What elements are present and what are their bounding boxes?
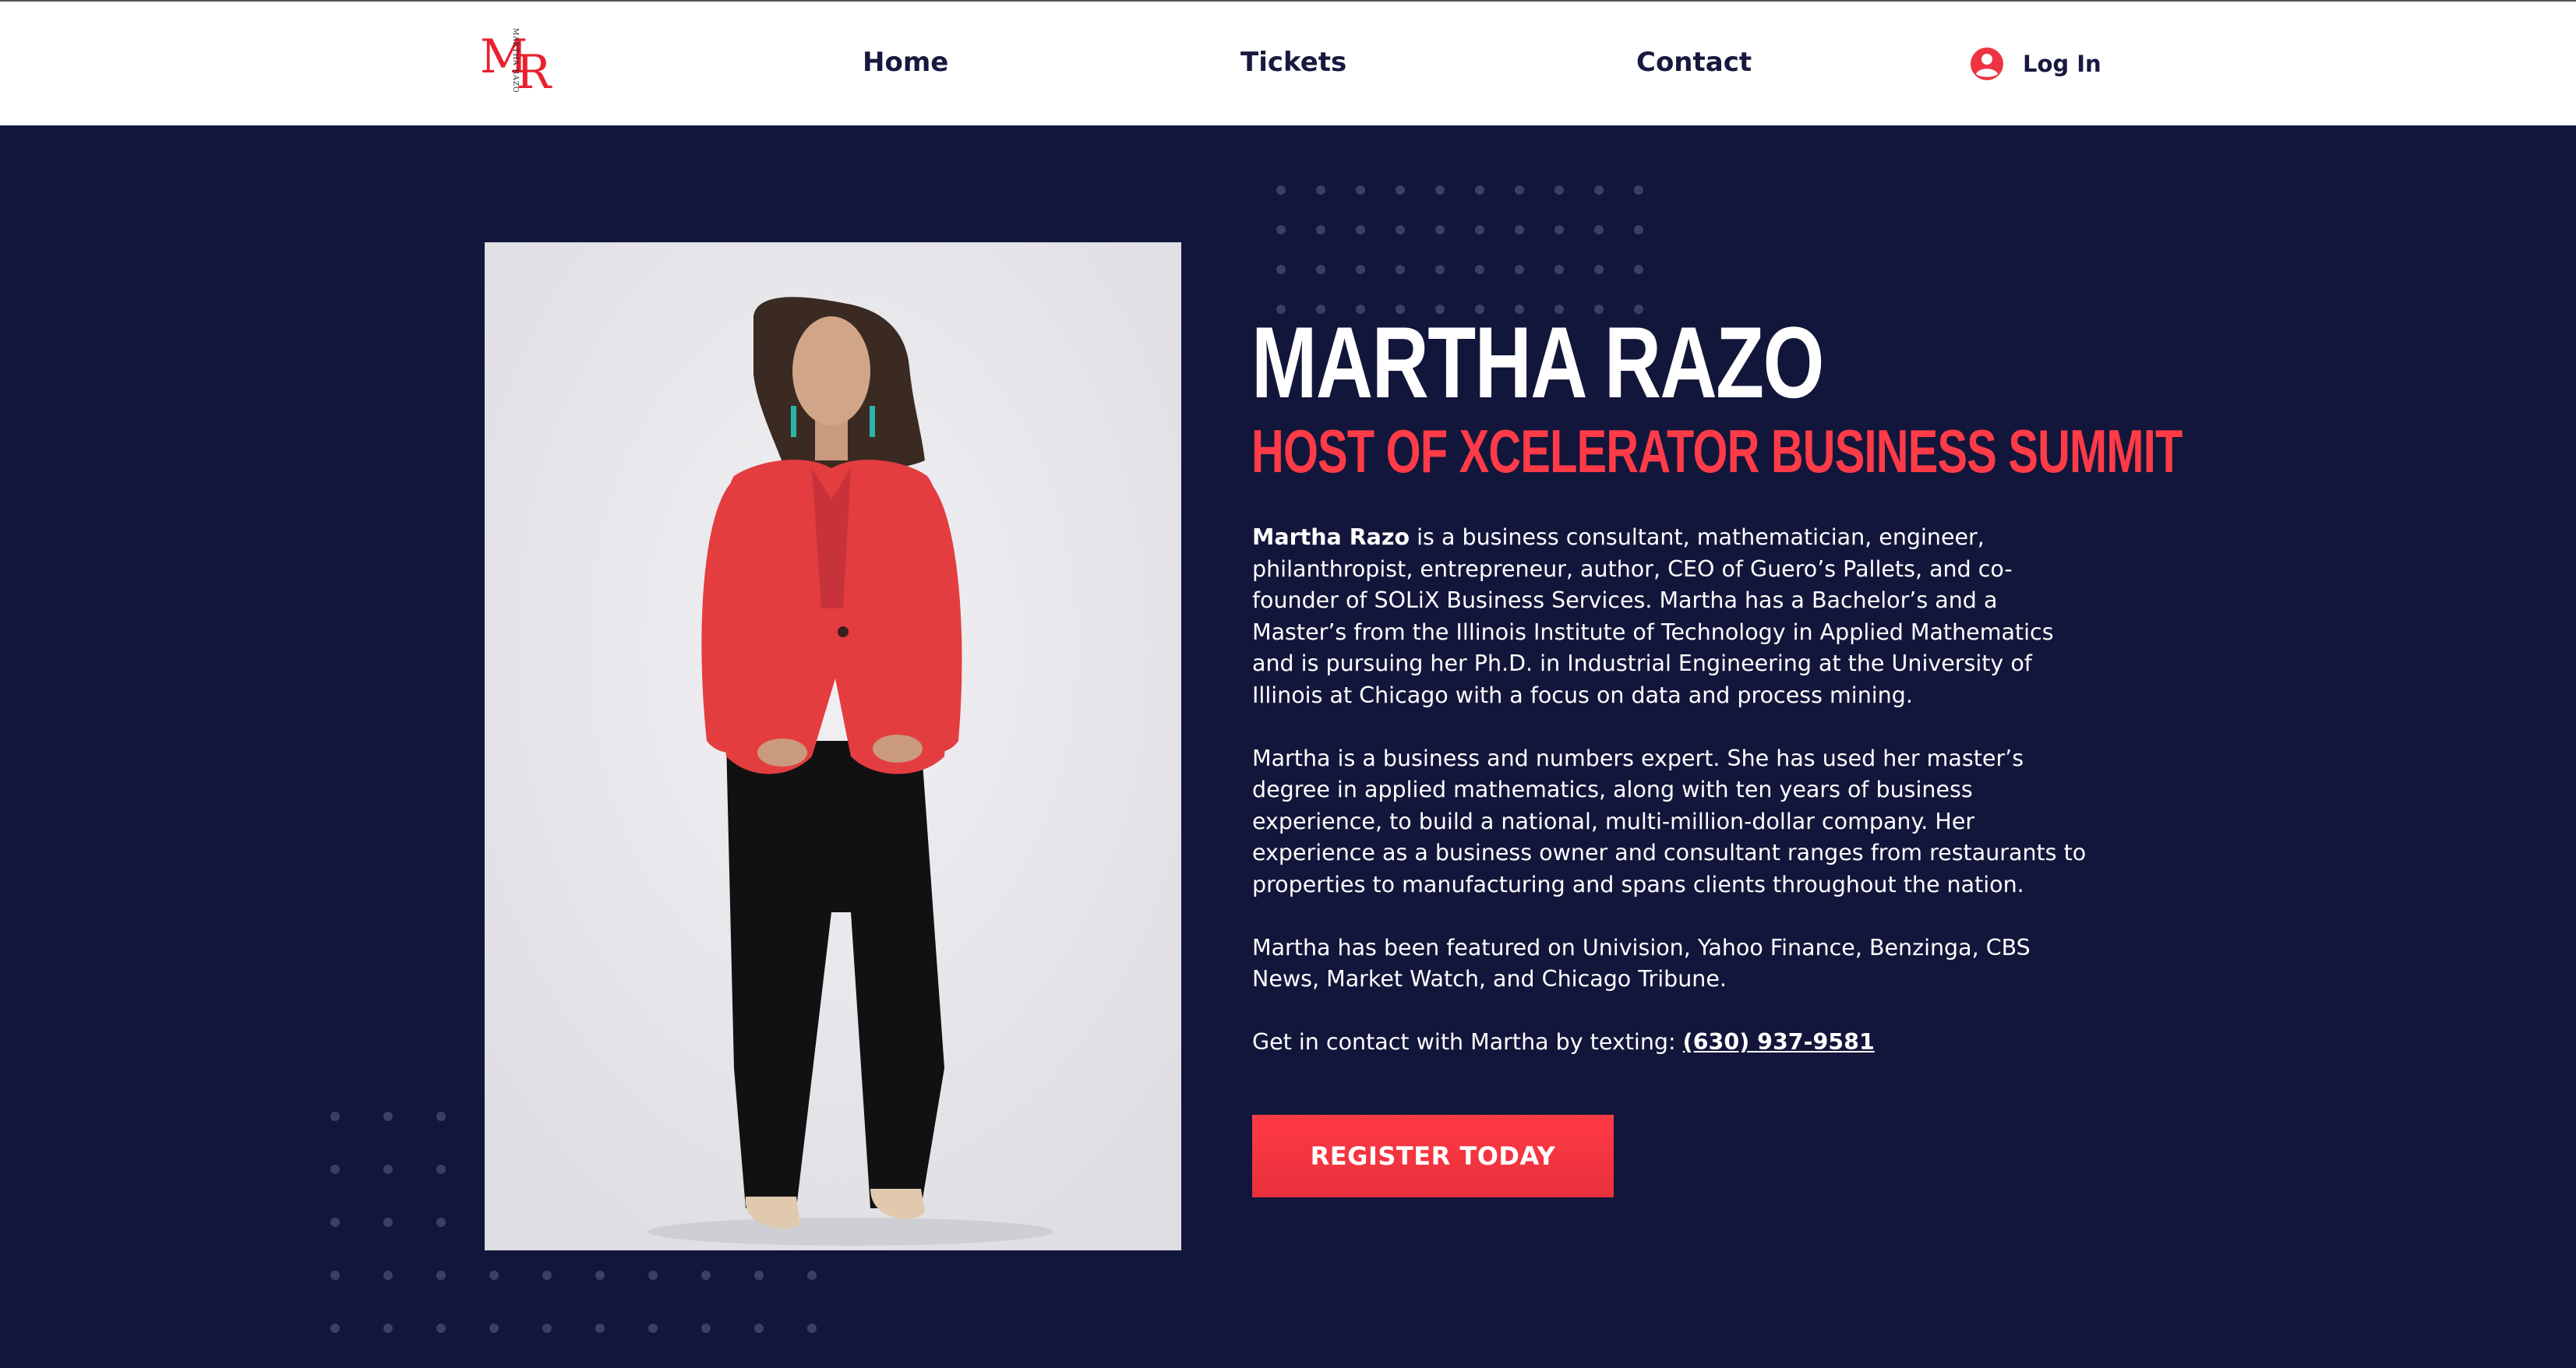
- bio-paragraph-2: Martha is a business and numbers expert.…: [1252, 745, 2087, 897]
- bio-paragraph-1-text: is a business consultant, mathematician,…: [1252, 524, 2054, 708]
- nav-contact-link[interactable]: Contact: [1636, 47, 1752, 78]
- login-label: Log In: [2023, 51, 2101, 77]
- login-button[interactable]: Log In: [1970, 47, 2101, 81]
- speaker-name: MARTHA RAZO: [1251, 305, 1824, 419]
- bio-contact-line: Get in contact with Martha by texting: (…: [1252, 1027, 2094, 1059]
- decorative-dot-grid-top: [1276, 185, 1643, 314]
- logo-letter-r: R: [516, 45, 552, 100]
- contact-prefix: Get in contact with Martha by texting:: [1252, 1029, 1683, 1055]
- decorative-dot-grid-bottom-left: [330, 1112, 446, 1227]
- decorative-dot-grid-bottom-row: [330, 1271, 817, 1333]
- nav-tickets-link[interactable]: Tickets: [1240, 47, 1346, 78]
- speaker-title: HOST OF XCELERATOR BUSINESS SUMMIT: [1251, 417, 2183, 485]
- register-today-button[interactable]: REGISTER TODAY: [1252, 1115, 1614, 1197]
- nav-home-link[interactable]: Home: [863, 47, 948, 78]
- bio-paragraph-1: Martha Razo is a business consultant, ma…: [1252, 522, 2094, 711]
- phone-link[interactable]: (630) 937-9581: [1683, 1029, 1875, 1055]
- site-logo[interactable]: M MARTHA RAZO R: [477, 25, 555, 103]
- site-header: M MARTHA RAZO R Home Tickets Contact Log…: [0, 0, 2576, 125]
- bio-name-bold: Martha Razo: [1252, 524, 1410, 550]
- bio-paragraph-3: Martha has been featured on Univision, Y…: [1252, 934, 2031, 993]
- user-circle-icon: [1971, 48, 2003, 80]
- speaker-bio: Martha Razo is a business consultant, ma…: [1252, 522, 2094, 1090]
- portrait-illustration: [485, 242, 1181, 1250]
- portrait-photo: [485, 242, 1181, 1250]
